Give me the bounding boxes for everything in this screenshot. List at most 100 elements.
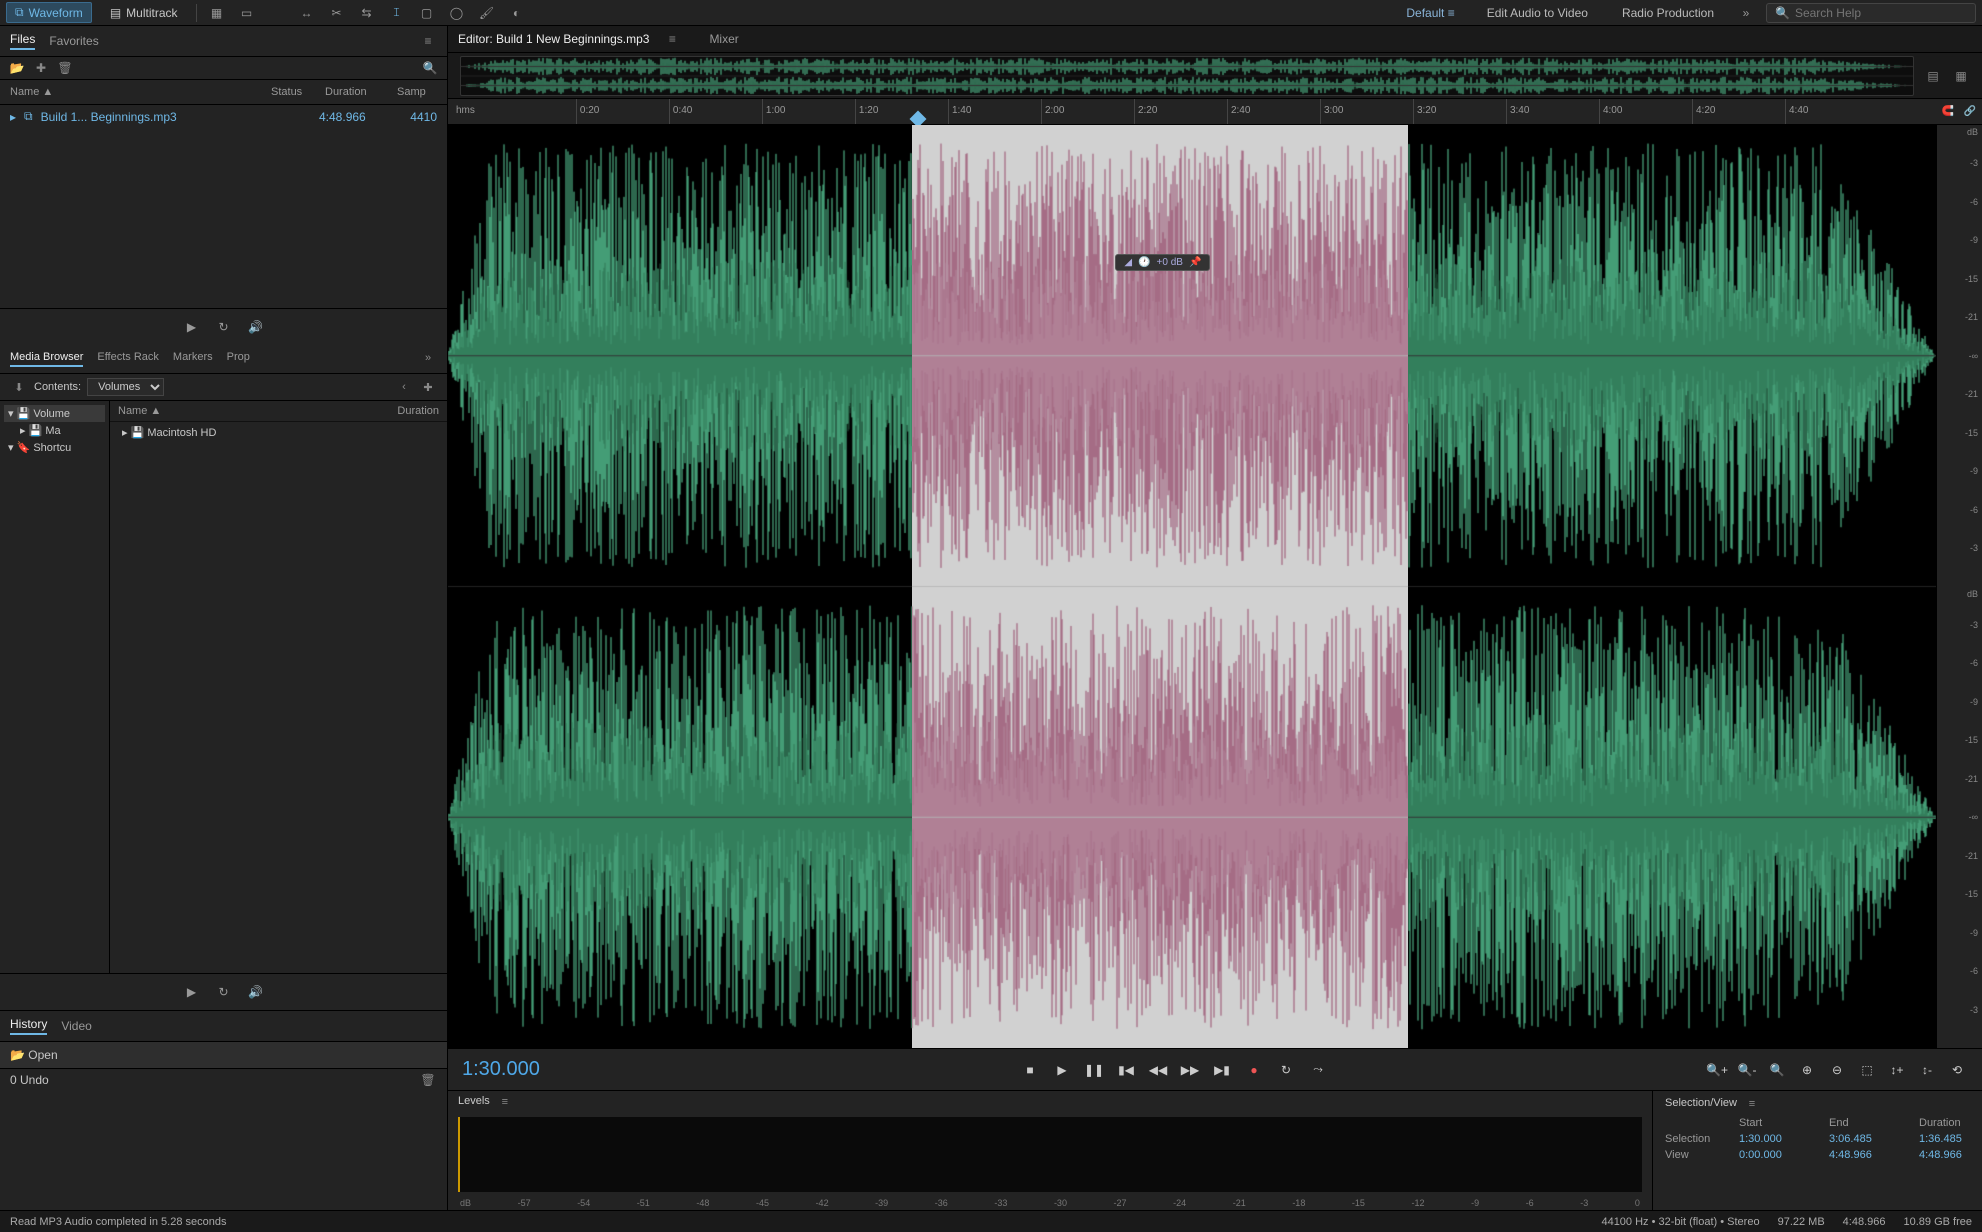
pin-icon[interactable]: 📌 bbox=[1189, 257, 1201, 268]
timeline-ruler[interactable]: hms 0:200:401:001:201:402:002:202:403:00… bbox=[448, 99, 1982, 125]
sv-sel-dur[interactable]: 1:36.485 bbox=[1919, 1133, 1982, 1145]
search-help-input[interactable] bbox=[1795, 6, 1967, 20]
sv-view-end[interactable]: 4:48.966 bbox=[1829, 1149, 1915, 1161]
waveform-display[interactable]: ◢ 🕐 +0 dB 📌 dBL-3-6-9-15-21-∞-21-15-9-6-… bbox=[448, 125, 1982, 1048]
mb-tree[interactable]: ▾ 💾 Volume ▸ 💾 Ma ▾ 🔖 Shortcu bbox=[0, 401, 110, 973]
workspace-selector[interactable]: Default ≡ bbox=[1396, 4, 1464, 22]
mb-play-icon[interactable]: ▶ bbox=[182, 982, 202, 1002]
files-autoplay-icon[interactable]: 🔊 bbox=[246, 317, 266, 337]
current-time-display[interactable]: 1:30.000 bbox=[462, 1058, 642, 1081]
col-duration[interactable]: Duration bbox=[325, 86, 387, 98]
contents-select[interactable]: Volumes bbox=[87, 378, 164, 396]
tab-properties[interactable]: Prop bbox=[227, 351, 250, 367]
pause-button[interactable]: ❚❚ bbox=[1083, 1059, 1105, 1081]
skip-selection-button[interactable]: ⤳ bbox=[1307, 1059, 1329, 1081]
tab-editor-file[interactable]: Editor: Build 1 New Beginnings.mp3 bbox=[458, 32, 649, 46]
new-file-icon[interactable]: ✚ bbox=[32, 61, 50, 75]
tool-razor-icon[interactable]: ✂ bbox=[327, 3, 347, 23]
link-radio-production[interactable]: Radio Production bbox=[1610, 4, 1726, 22]
overview-view2-icon[interactable]: ▦ bbox=[1952, 69, 1970, 83]
amplitude-scale[interactable]: dBL-3-6-9-15-21-∞-21-15-9-6-3 dBR-3-6-9-… bbox=[1936, 125, 1982, 1048]
link-edit-audio-video[interactable]: Edit Audio to Video bbox=[1475, 4, 1600, 22]
zoom-out-icon[interactable]: 🔍- bbox=[1736, 1059, 1758, 1081]
panel-menu-icon[interactable]: ≡ bbox=[419, 34, 437, 48]
tool-move-icon[interactable]: ↔ bbox=[297, 3, 317, 23]
sv-view-start[interactable]: 0:00.000 bbox=[1739, 1149, 1825, 1161]
close-file-icon[interactable]: 🗑 bbox=[56, 61, 74, 75]
zoom-in-time-icon[interactable]: ⊕ bbox=[1796, 1059, 1818, 1081]
sv-view-dur[interactable]: 4:48.966 bbox=[1919, 1149, 1982, 1161]
tool-marquee-icon[interactable]: ▢ bbox=[417, 3, 437, 23]
tree-volumes[interactable]: ▾ 💾 Volume bbox=[4, 405, 105, 422]
record-button[interactable]: ● bbox=[1243, 1059, 1265, 1081]
mode-waveform[interactable]: ⧉ Waveform bbox=[6, 2, 92, 23]
loop-button[interactable]: ↻ bbox=[1275, 1059, 1297, 1081]
tab-effects-rack[interactable]: Effects Rack bbox=[97, 351, 159, 367]
mb-back-icon[interactable]: ‹ bbox=[395, 380, 413, 394]
tab-history[interactable]: History bbox=[10, 1017, 47, 1035]
open-file-icon[interactable]: 📂 bbox=[8, 61, 26, 75]
mb-loop-icon[interactable]: ↻ bbox=[214, 982, 234, 1002]
go-end-button[interactable]: ▶▮ bbox=[1211, 1059, 1233, 1081]
tab-video[interactable]: Video bbox=[61, 1019, 91, 1033]
ruler-link-icon[interactable]: 🔗 bbox=[1961, 105, 1979, 119]
rewind-button[interactable]: ◀◀ bbox=[1147, 1059, 1169, 1081]
tool-brush-icon[interactable]: 🖌 bbox=[477, 3, 497, 23]
tree-shortcuts[interactable]: ▾ 🔖 Shortcu bbox=[4, 439, 105, 456]
go-start-button[interactable]: ▮◀ bbox=[1115, 1059, 1137, 1081]
history-item-open[interactable]: 📂 Open bbox=[0, 1042, 447, 1068]
selview-menu-icon[interactable]: ≡ bbox=[1743, 1097, 1761, 1111]
zoom-out-time-icon[interactable]: ⊖ bbox=[1826, 1059, 1848, 1081]
tab-media-browser[interactable]: Media Browser bbox=[10, 351, 83, 367]
tab-mixer[interactable]: Mixer bbox=[709, 32, 738, 46]
overview-view1-icon[interactable]: ▤ bbox=[1924, 69, 1942, 83]
tab-markers[interactable]: Markers bbox=[173, 351, 213, 367]
mb-autoplay-icon[interactable]: 🔊 bbox=[246, 982, 266, 1002]
tool-slip-icon[interactable]: ⇆ bbox=[357, 3, 377, 23]
zoom-out-amp-icon[interactable]: ↕- bbox=[1916, 1059, 1938, 1081]
trash-icon[interactable]: 🗑 bbox=[419, 1073, 437, 1087]
tool-pitch-icon[interactable]: ▭ bbox=[237, 3, 257, 23]
col-status[interactable]: Status bbox=[271, 86, 315, 98]
zoom-prev-icon[interactable]: ⟲ bbox=[1946, 1059, 1968, 1081]
file-row[interactable]: ▸ ⧉ Build 1... Beginnings.mp3 4:48.966 4… bbox=[0, 105, 447, 128]
files-loop-icon[interactable]: ↻ bbox=[214, 317, 234, 337]
sv-sel-end[interactable]: 3:06.485 bbox=[1829, 1133, 1915, 1145]
col-samples[interactable]: Samp bbox=[397, 86, 437, 98]
filter-icon[interactable]: 🔍 bbox=[421, 61, 439, 75]
search-help[interactable]: 🔍 bbox=[1766, 3, 1976, 23]
zoom-selection-icon[interactable]: ⬚ bbox=[1856, 1059, 1878, 1081]
sv-sel-start[interactable]: 1:30.000 bbox=[1739, 1133, 1825, 1145]
tool-lasso-icon[interactable]: ◯ bbox=[447, 3, 467, 23]
expand-icon[interactable]: ▸ bbox=[10, 110, 16, 124]
mb-new-icon[interactable]: ✚ bbox=[419, 380, 437, 394]
overview-waveform[interactable] bbox=[460, 56, 1914, 96]
tab-favorites[interactable]: Favorites bbox=[49, 34, 98, 48]
volume-hud[interactable]: ◢ 🕐 +0 dB 📌 bbox=[1115, 254, 1210, 271]
editor-tab-menu-icon[interactable]: ≡ bbox=[663, 32, 681, 46]
mb-col-duration[interactable]: Duration bbox=[397, 405, 439, 417]
mb-col-name[interactable]: Name ▲ bbox=[118, 405, 397, 417]
tab-files[interactable]: Files bbox=[10, 32, 35, 50]
workspace-more-icon[interactable]: » bbox=[1736, 3, 1756, 23]
tool-spectral-icon[interactable]: ▦ bbox=[207, 3, 227, 23]
mode-multitrack[interactable]: ▤ Multitrack bbox=[102, 4, 186, 22]
mb-item-macintosh-hd[interactable]: ▸ 💾 Macintosh HD bbox=[110, 422, 447, 443]
levels-meter[interactable] bbox=[458, 1117, 1642, 1192]
levels-menu-icon[interactable]: ≡ bbox=[496, 1095, 514, 1109]
tree-macintosh[interactable]: ▸ 💾 Ma bbox=[4, 422, 105, 439]
mb-more-icon[interactable]: » bbox=[419, 351, 437, 365]
ruler-units[interactable]: hms bbox=[448, 99, 483, 124]
zoom-reset-icon[interactable]: 🔍 bbox=[1766, 1059, 1788, 1081]
snap-icon[interactable]: 🧲 bbox=[1939, 105, 1957, 119]
col-name[interactable]: Name ▲ bbox=[10, 86, 261, 98]
overview-strip[interactable]: ▤ ▦ bbox=[448, 53, 1982, 99]
tool-time-select-icon[interactable]: 𝙸 bbox=[387, 3, 407, 23]
zoom-in-icon[interactable]: 🔍+ bbox=[1706, 1059, 1728, 1081]
tool-spot-heal-icon[interactable]: ◐ bbox=[507, 3, 527, 23]
play-button[interactable]: ▶ bbox=[1051, 1059, 1073, 1081]
forward-button[interactable]: ▶▶ bbox=[1179, 1059, 1201, 1081]
mb-import-icon[interactable]: ⬇ bbox=[10, 380, 28, 394]
zoom-in-amp-icon[interactable]: ↕+ bbox=[1886, 1059, 1908, 1081]
stop-button[interactable]: ■ bbox=[1019, 1059, 1041, 1081]
